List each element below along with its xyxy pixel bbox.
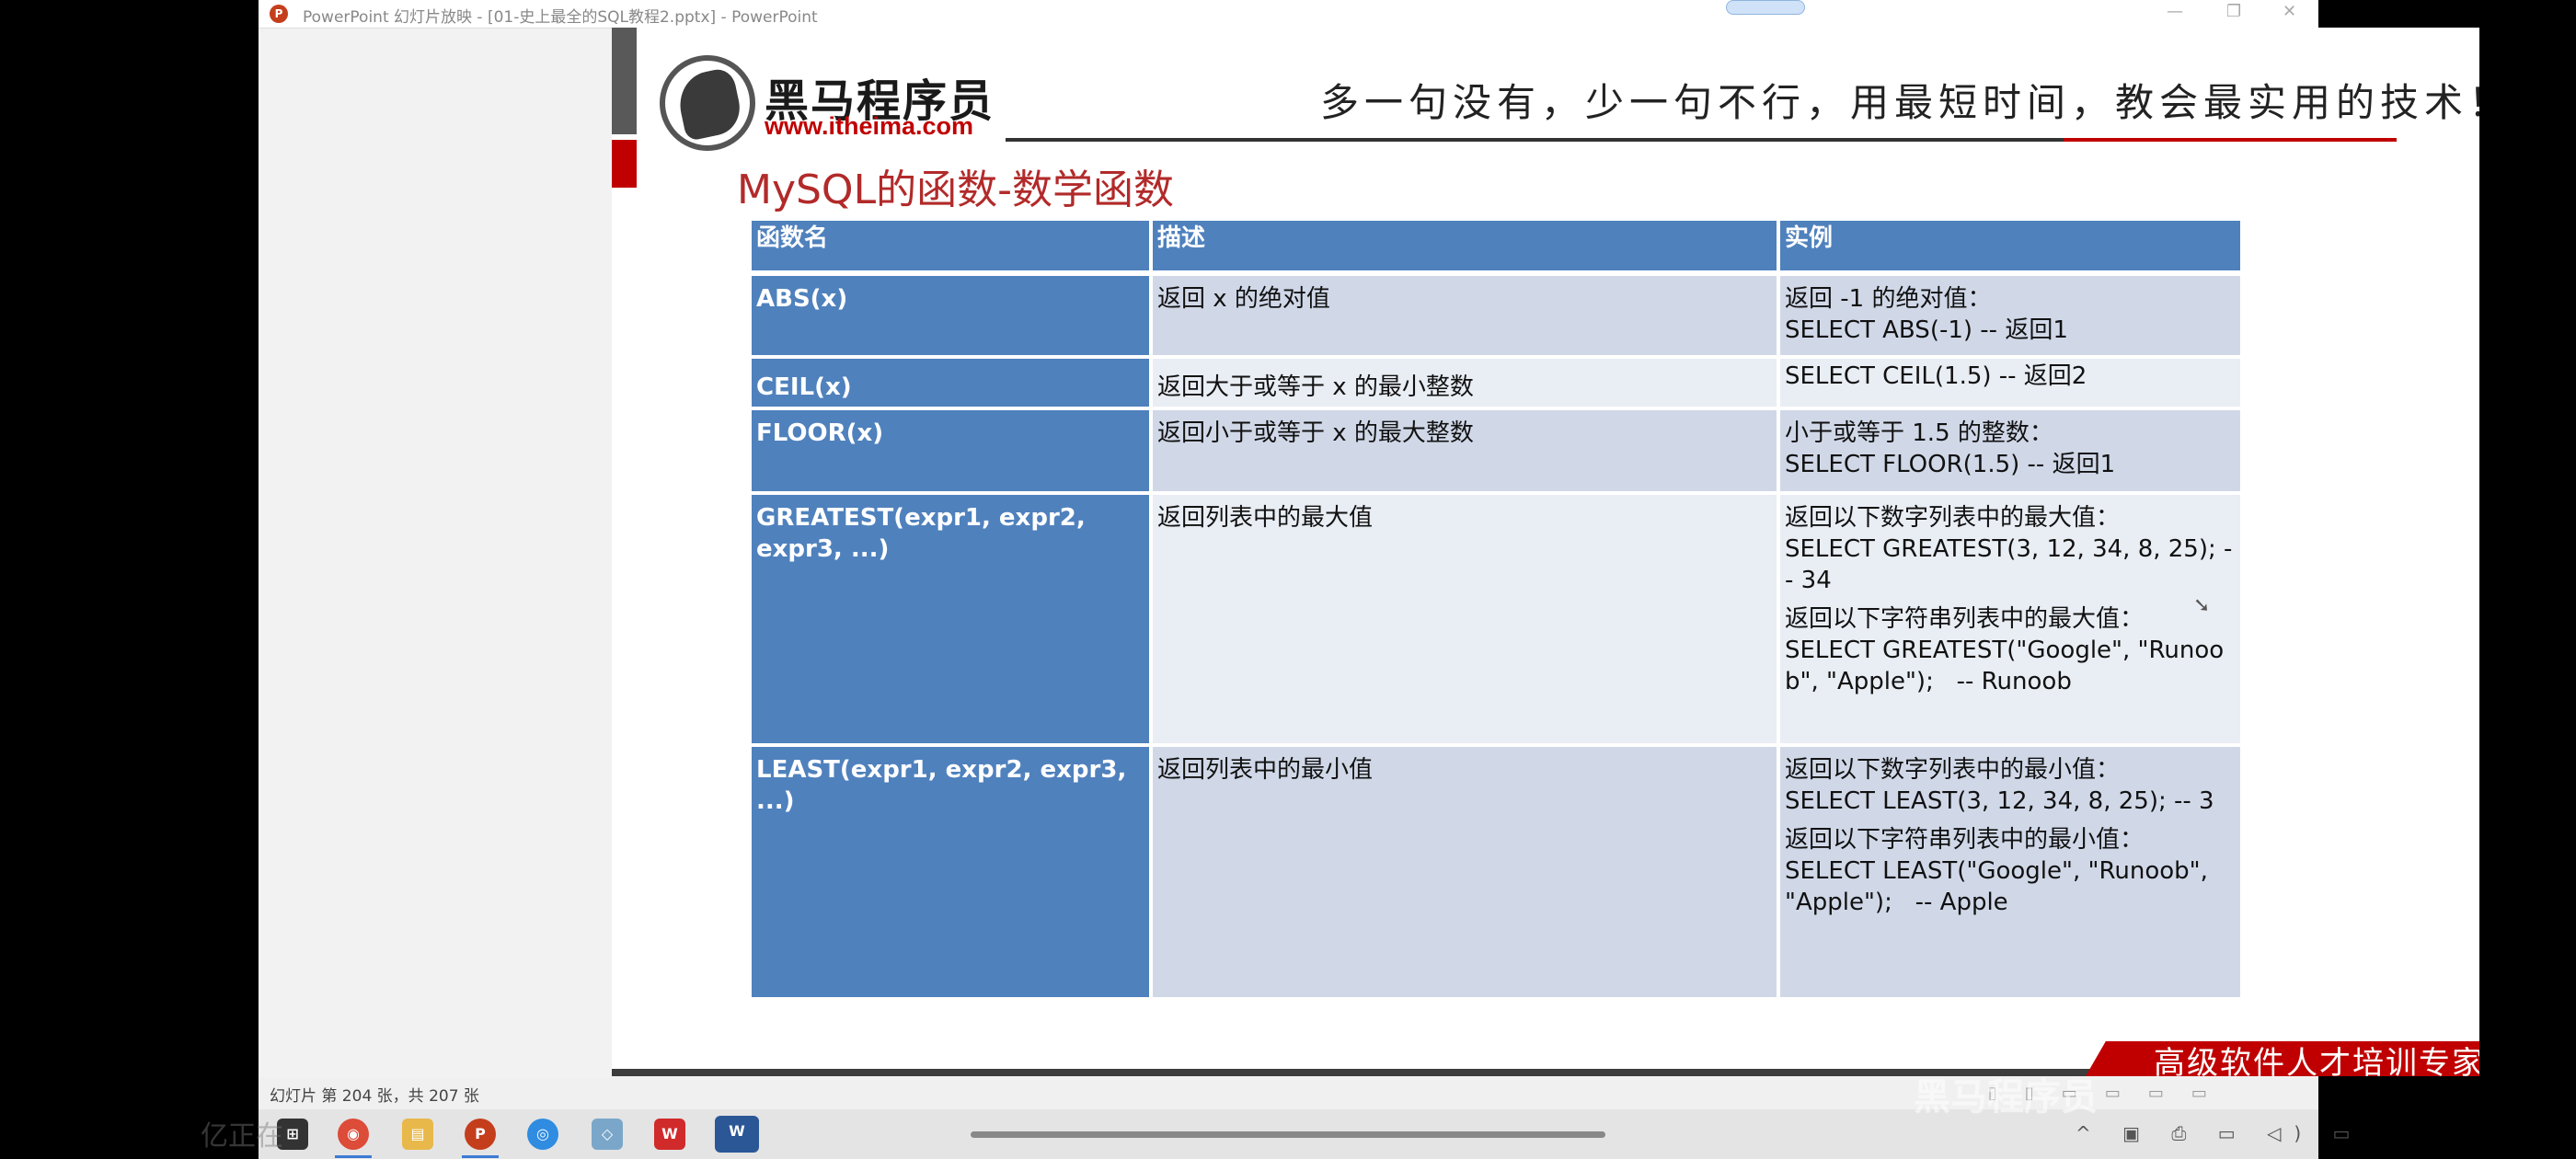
footer-rule	[612, 1069, 2102, 1076]
table-row: CEIL(x) 返回大于或等于 x 的最小整数 SELECT CEIL(1.5)…	[752, 359, 2240, 407]
horizontal-scrollbar[interactable]	[971, 1131, 1605, 1138]
example-line: 返回 -1 的绝对值：	[1785, 285, 1992, 313]
header-rule	[1006, 138, 2064, 142]
chrome-icon[interactable]: ◉	[338, 1119, 369, 1150]
slide: 黑马程序员 www.itheima.com 多一句没有，少一句不行，用最短时间，…	[612, 28, 2479, 1076]
table-row: FLOOR(x) 返回小于或等于 x 的最大整数 小于或等于 1.5 的整数： …	[752, 410, 2240, 491]
word-icon[interactable]: W	[715, 1116, 759, 1153]
function-name: LEAST(expr1, expr2, expr3, ...)	[752, 747, 1149, 997]
browser-icon[interactable]: ◎	[527, 1119, 558, 1150]
mouse-cursor-icon: ➘	[2193, 594, 2211, 617]
function-example: 返回 -1 的绝对值： SELECT ABS(-1) -- 返回1	[1780, 276, 2240, 355]
example-line: SELECT FLOOR(1.5) -- 返回1	[1785, 451, 2116, 478]
example-line: 返回以下数字列表中的最大值：	[1785, 504, 2121, 532]
app-icon[interactable]: ◇	[592, 1119, 623, 1150]
function-example: 返回以下数字列表中的最小值： SELECT LEAST(3, 12, 34, 8…	[1780, 747, 2240, 997]
function-example: SELECT CEIL(1.5) -- 返回2	[1780, 359, 2240, 407]
header-cell-name: 函数名	[752, 221, 1149, 270]
ghost-text: 亿正在	[201, 1120, 283, 1153]
function-name: ABS(x)	[752, 276, 1149, 355]
table-row: LEAST(expr1, expr2, expr3, ...) 返回列表中的最小…	[752, 747, 2240, 997]
wps-icon[interactable]: W	[654, 1119, 685, 1150]
powerpoint-icon[interactable]: P	[465, 1119, 496, 1150]
function-desc: 返回大于或等于 x 的最小整数	[1153, 359, 1777, 407]
function-name: CEIL(x)	[752, 359, 1149, 407]
title-bar: P PowerPoint 幻灯片放映 - [01-史上最全的SQL教程2.ppt…	[259, 0, 2318, 29]
example-line: SELECT LEAST("Google", "Runoob", "Apple"…	[1785, 857, 2216, 916]
slide-counter: 幻灯片 第 204 张，共 207 张	[270, 1087, 479, 1106]
example-line: 返回以下字符串列表中的最大值：	[1785, 605, 2145, 633]
active-indicator	[335, 1155, 372, 1158]
example-line: SELECT GREATEST("Google", "Runoob", "App…	[1785, 637, 2225, 695]
function-desc: 返回小于或等于 x 的最大整数	[1153, 410, 1777, 491]
active-indicator	[462, 1155, 499, 1158]
slide-title: MySQL的函数-数学函数	[737, 166, 1174, 213]
function-name: GREATEST(expr1, expr2, expr3, ...)	[752, 495, 1149, 743]
horse-logo-icon	[660, 55, 755, 151]
logo-url: www.itheima.com	[765, 112, 974, 140]
function-name: FLOOR(x)	[752, 410, 1149, 491]
header-rule-accent	[2064, 138, 2397, 142]
window-title: PowerPoint 幻灯片放映 - [01-史上最全的SQL教程2.pptx]…	[303, 8, 818, 27]
function-example: 返回以下数字列表中的最大值： SELECT GREATEST(3, 12, 34…	[1780, 495, 2240, 743]
example-line: SELECT LEAST(3, 12, 34, 8, 25); -- 3	[1785, 787, 2214, 815]
example-line: SELECT GREATEST(3, 12, 34, 8, 25); -- 34	[1785, 535, 2233, 594]
decor-bar-gray	[612, 28, 637, 134]
header-cell-example: 实例	[1780, 221, 2240, 270]
restore-button[interactable]: ❐	[2226, 2, 2241, 21]
example-line: SELECT ABS(-1) -- 返回1	[1785, 316, 2068, 344]
file-explorer-icon[interactable]: ▤	[402, 1119, 433, 1150]
powerpoint-window: P PowerPoint 幻灯片放映 - [01-史上最全的SQL教程2.ppt…	[259, 0, 2479, 1159]
close-button[interactable]: ✕	[2283, 2, 2296, 21]
footer-banner-text: 高级软件人才培训专家	[2154, 1045, 2479, 1076]
function-desc: 返回列表中的最大值	[1153, 495, 1777, 743]
table-row: GREATEST(expr1, expr2, expr3, ...) 返回列表中…	[752, 495, 2240, 743]
table-header-row: 函数名 描述 实例	[752, 221, 2240, 270]
table-row: ABS(x) 返回 x 的绝对值 返回 -1 的绝对值： SELECT ABS(…	[752, 276, 2240, 355]
function-example: 小于或等于 1.5 的整数： SELECT FLOOR(1.5) -- 返回1	[1780, 410, 2240, 491]
function-desc: 返回 x 的绝对值	[1153, 276, 1777, 355]
header-cell-desc: 描述	[1153, 221, 1777, 270]
slogan: 多一句没有，少一句不行，用最短时间，教会最实用的技术！	[1320, 80, 2479, 125]
system-tray[interactable]: ^ ▣ ⎙ ▭ ◁) ▭	[2076, 1122, 2363, 1144]
watermark: 黑马程序员	[1914, 1076, 2098, 1119]
powerpoint-icon: P	[270, 5, 288, 23]
example-line: 小于或等于 1.5 的整数：	[1785, 419, 2053, 447]
function-desc: 返回列表中的最小值	[1153, 747, 1777, 997]
example-line: 返回以下字符串列表中的最小值：	[1785, 826, 2145, 854]
touch-toggle-pill[interactable]	[1726, 0, 1805, 15]
decor-bar-red	[612, 140, 637, 188]
example-line: SELECT CEIL(1.5) -- 返回2	[1785, 362, 2087, 390]
minimize-button[interactable]: —	[2167, 2, 2183, 21]
example-line: 返回以下数字列表中的最小值：	[1785, 756, 2121, 784]
